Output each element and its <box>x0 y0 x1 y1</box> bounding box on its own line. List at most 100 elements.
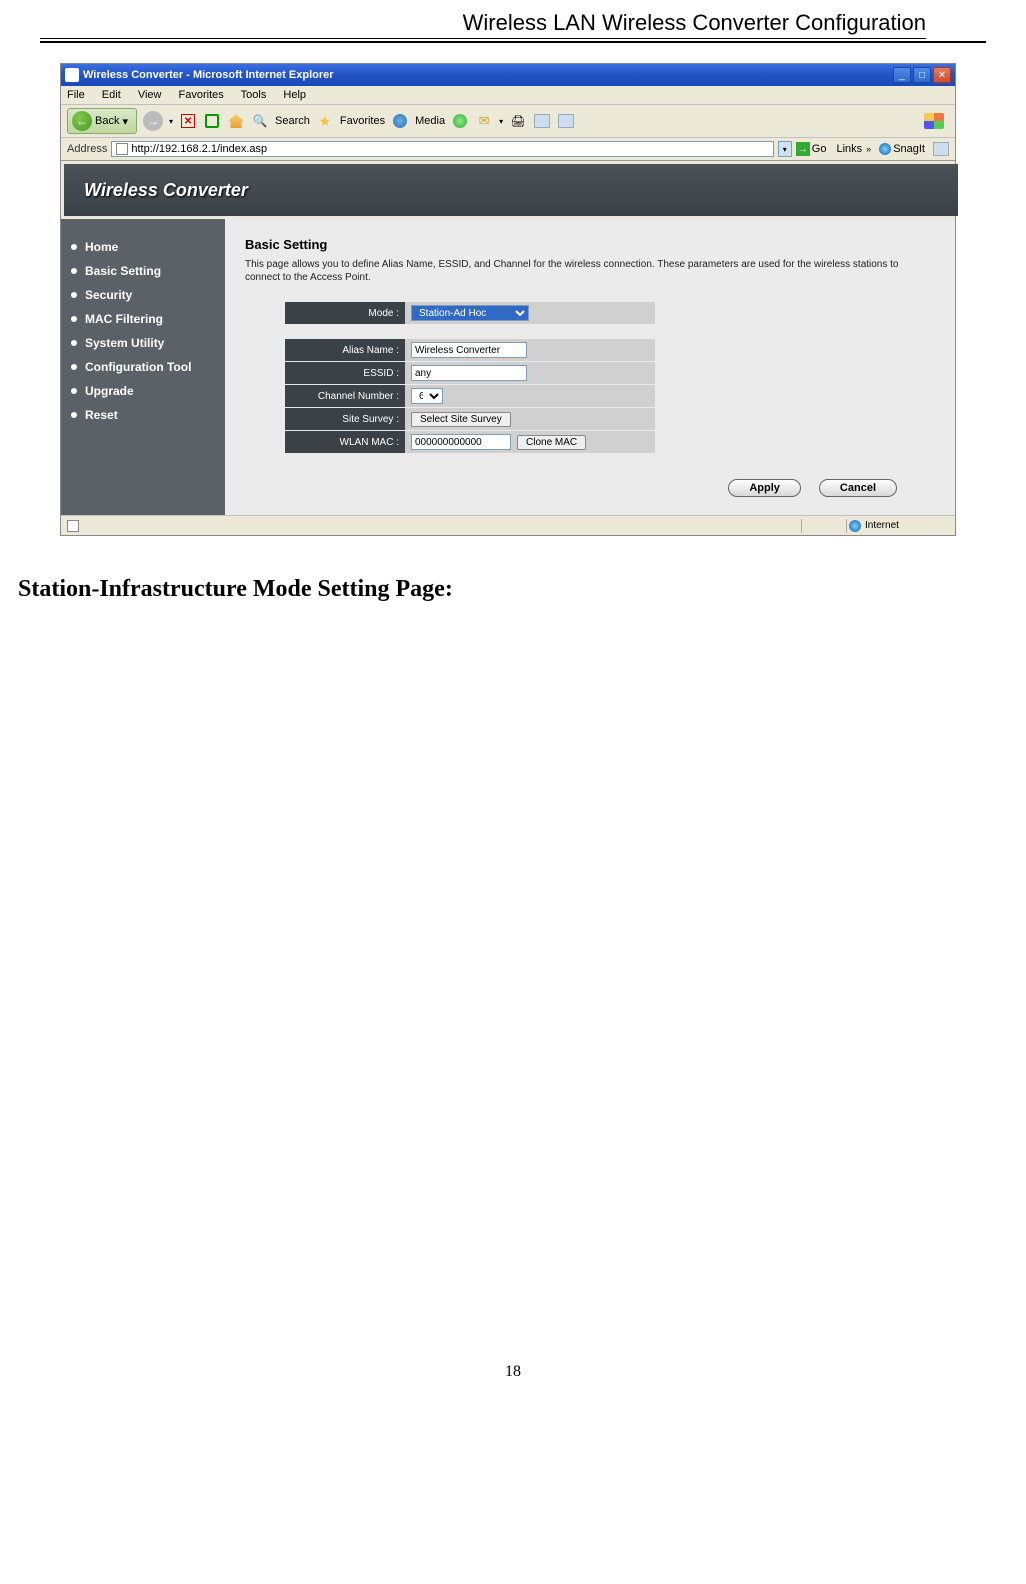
ie-throbber <box>919 109 949 133</box>
channel-row: Channel Number : 6 <box>285 385 935 407</box>
internet-zone-icon <box>849 520 861 532</box>
mac-input[interactable] <box>411 434 511 450</box>
content-description: This page allows you to define Alias Nam… <box>245 258 935 284</box>
apply-button[interactable]: Apply <box>728 479 801 497</box>
search-button[interactable]: Search <box>275 115 310 127</box>
snagit-extra-icon[interactable] <box>933 142 949 156</box>
menu-edit[interactable]: Edit <box>102 89 121 101</box>
windows-flag-icon <box>924 113 944 129</box>
essid-input[interactable] <box>411 365 527 381</box>
browser-window: Wireless Converter - Microsoft Internet … <box>60 63 956 536</box>
section-heading: Station-Infrastructure Mode Setting Page… <box>18 576 1026 603</box>
menu-tools[interactable]: Tools <box>241 89 267 101</box>
survey-label: Site Survey : <box>285 408 405 430</box>
mode-select[interactable]: Station-Ad Hoc <box>411 305 529 321</box>
status-bar: Internet <box>61 515 955 535</box>
media-label: Media <box>415 115 445 127</box>
search-icon <box>251 112 269 130</box>
channel-select[interactable]: 6 <box>411 388 443 404</box>
favorites-button[interactable]: Favorites <box>340 115 385 127</box>
mode-label: Mode : <box>285 302 405 324</box>
discuss-button[interactable] <box>557 112 575 130</box>
back-label: Back <box>95 115 119 127</box>
page-icon <box>116 143 128 155</box>
page-content: Wireless Converter Home Basic Setting Se… <box>61 161 955 515</box>
history-button[interactable] <box>451 112 469 130</box>
status-zone: Internet <box>849 520 949 532</box>
maximize-button[interactable]: □ <box>913 67 931 83</box>
channel-label: Channel Number : <box>285 385 405 407</box>
main-content: Basic Setting This page allows you to de… <box>225 219 955 515</box>
alias-input[interactable] <box>411 342 527 358</box>
sidebar-item-upgrade[interactable]: Upgrade <box>71 379 215 403</box>
snagit-button[interactable]: SnagIt <box>879 143 925 155</box>
mac-label: WLAN MAC : <box>285 431 405 453</box>
sidebar: Home Basic Setting Security MAC Filterin… <box>61 219 225 515</box>
edit-button[interactable] <box>533 112 551 130</box>
forward-button[interactable]: → <box>143 111 163 131</box>
page-number: 18 <box>0 1363 1026 1401</box>
mail-button[interactable] <box>475 112 493 130</box>
ie-icon <box>65 68 79 82</box>
header-text: Wireless LAN Wireless Converter Configur… <box>463 10 926 35</box>
app-title: Wireless Converter <box>84 180 248 201</box>
go-label: Go <box>812 143 827 155</box>
mac-row: WLAN MAC : Clone MAC <box>285 431 935 453</box>
menu-view[interactable]: View <box>138 89 162 101</box>
address-input[interactable]: http://192.168.2.1/index.asp <box>111 141 773 157</box>
zone-label: Internet <box>865 520 899 531</box>
sidebar-item-system-utility[interactable]: System Utility <box>71 331 215 355</box>
address-bar: Address http://192.168.2.1/index.asp ▾ →… <box>61 138 955 161</box>
status-page-icon <box>67 520 79 532</box>
app-banner: Wireless Converter <box>64 164 958 216</box>
chevron-down-icon: ▾ <box>499 117 503 126</box>
go-arrow-icon: → <box>796 142 810 156</box>
sidebar-item-home[interactable]: Home <box>71 235 215 259</box>
alias-row: Alias Name : <box>285 339 935 361</box>
minimize-button[interactable]: _ <box>893 67 911 83</box>
chevron-down-icon: ▾ <box>169 117 173 126</box>
alias-label: Alias Name : <box>285 339 405 361</box>
snagit-icon <box>879 143 891 155</box>
favorites-star-icon <box>316 112 334 130</box>
snagit-label: SnagIt <box>893 143 925 155</box>
sidebar-item-reset[interactable]: Reset <box>71 403 215 427</box>
clone-mac-button[interactable]: Clone MAC <box>517 435 586 450</box>
sidebar-item-security[interactable]: Security <box>71 283 215 307</box>
media-button[interactable] <box>391 112 409 130</box>
window-buttons: _ □ ✕ <box>893 67 951 83</box>
cancel-button[interactable]: Cancel <box>819 479 897 497</box>
essid-row: ESSID : <box>285 362 935 384</box>
home-button[interactable] <box>227 112 245 130</box>
address-value: http://192.168.2.1/index.asp <box>131 143 267 155</box>
menu-favorites[interactable]: Favorites <box>179 89 224 101</box>
sidebar-item-basic-setting[interactable]: Basic Setting <box>71 259 215 283</box>
menu-file[interactable]: File <box>67 89 85 101</box>
close-button[interactable]: ✕ <box>933 67 951 83</box>
essid-label: ESSID : <box>285 362 405 384</box>
links-label[interactable]: Links <box>836 143 862 155</box>
content-title: Basic Setting <box>245 237 935 252</box>
action-row: Apply Cancel <box>245 479 935 497</box>
window-title: Wireless Converter - Microsoft Internet … <box>83 69 893 81</box>
back-button[interactable]: ← Back ▾ <box>67 108 137 134</box>
address-label: Address <box>67 143 107 155</box>
address-dropdown[interactable]: ▾ <box>778 141 792 157</box>
chevron-down-icon: ▾ <box>122 115 128 128</box>
go-button[interactable]: → Go <box>796 142 827 156</box>
chevron-right-icon: » <box>866 144 871 154</box>
stop-button[interactable]: ✕ <box>179 112 197 130</box>
window-titlebar: Wireless Converter - Microsoft Internet … <box>61 64 955 86</box>
survey-row: Site Survey : Select Site Survey <box>285 408 935 430</box>
document-header: Wireless LAN Wireless Converter Configur… <box>40 0 986 43</box>
sidebar-item-mac-filtering[interactable]: MAC Filtering <box>71 307 215 331</box>
menu-help[interactable]: Help <box>283 89 306 101</box>
menu-bar: File Edit View Favorites Tools Help <box>61 86 955 105</box>
toolbar: ← Back ▾ → ▾ ✕ Search Favorites Media ▾ <box>61 105 955 138</box>
mode-row: Mode : Station-Ad Hoc <box>285 302 935 324</box>
back-arrow-icon: ← <box>72 111 92 131</box>
refresh-button[interactable] <box>203 112 221 130</box>
print-button[interactable] <box>509 112 527 130</box>
site-survey-button[interactable]: Select Site Survey <box>411 412 511 427</box>
sidebar-item-configuration-tool[interactable]: Configuration Tool <box>71 355 215 379</box>
